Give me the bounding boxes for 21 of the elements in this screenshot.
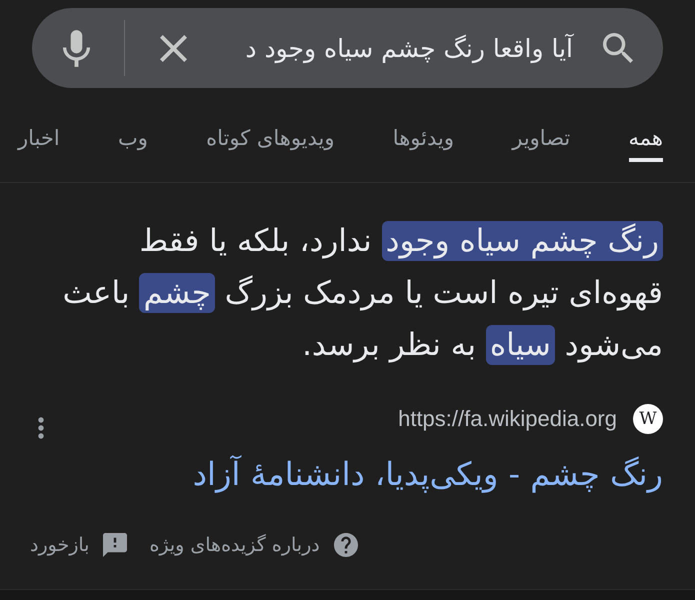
microphone-icon [62,30,90,66]
close-icon [160,34,186,62]
tab[interactable]: وب [118,126,148,162]
more-options-button[interactable] [38,417,44,439]
search-icon [603,33,633,63]
result-url: https://fa.wikipedia.org [398,406,617,432]
site-logo: W [633,404,663,434]
more-vert-icon [38,417,44,439]
tab[interactable]: تصاویر [512,126,570,162]
help-icon [334,533,358,557]
feedback-icon [103,533,128,557]
snippet-text: رنگ چشم سیاه وجود ندارد، بلکه یا فقط قهوه‌ای تیره است یا مردمک بزرگ چشم باعث می‌شود سیاه به نظر برسد. [62,220,663,367]
search-field[interactable]: آیا واقعا رنگ چشم سیاه وجود د [209,18,579,78]
tab[interactable]: همه [628,126,663,162]
search-bar[interactable]: آیا واقعا رنگ چشم سیاه وجود د [32,8,663,88]
tab[interactable]: اخبار [18,126,60,162]
result-title-link[interactable]: رنگ چشم - ویکی‌پدیا، دانشنامهٔ آزاد [192,455,663,493]
feedback-button[interactable]: بازخورد [30,533,128,557]
tab[interactable]: ویدیوهای کوتاه [206,126,335,162]
tab[interactable]: ویدئوها [392,126,454,162]
help-button[interactable]: درباره گزیده‌های ویژه [149,533,358,557]
